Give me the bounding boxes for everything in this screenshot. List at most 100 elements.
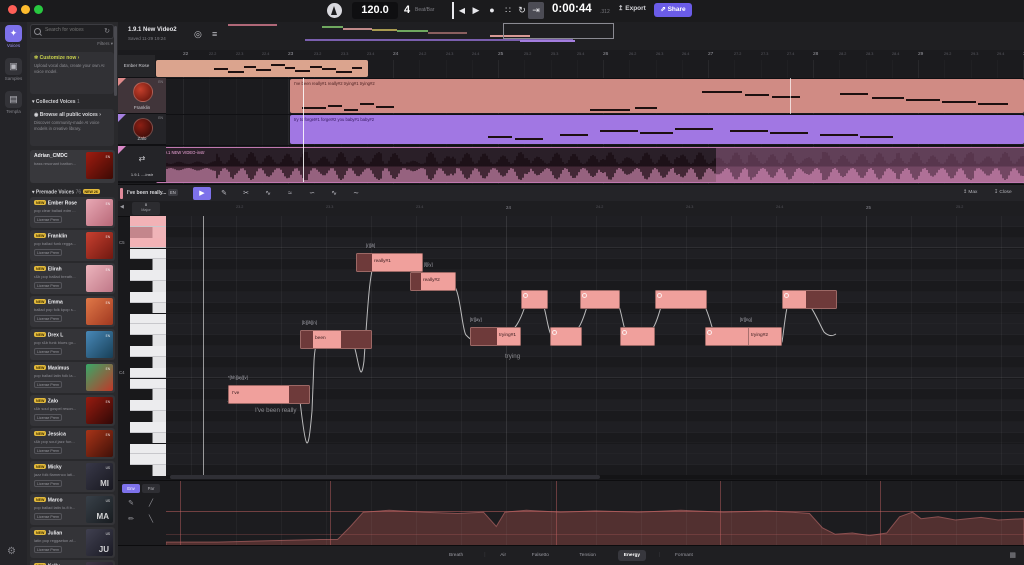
midi-note[interactable] [655, 290, 707, 309]
midi-note[interactable] [782, 290, 837, 309]
voice-list-item-ember-rose[interactable]: NEW Ember Rosepop clear ballad edm ...Li… [30, 197, 115, 228]
param-draw-tool[interactable]: ✎ [124, 498, 138, 510]
settings-gear-icon[interactable]: ⚙ [7, 546, 16, 557]
midi-note[interactable]: I've [228, 385, 310, 404]
midi-note[interactable] [580, 290, 620, 309]
voice-list-item-emma[interactable]: NEW Emmaballad pop folk kpop s...License… [30, 296, 115, 327]
cursor-tool[interactable]: ▶ [193, 187, 211, 200]
track-header-zalo[interactable]: ENZalo [118, 114, 166, 145]
voice-list-item-kelly[interactable]: NEW Kellypop ballad ...License PremUSKE [30, 560, 115, 565]
voice-search[interactable]: ↻ [30, 24, 114, 39]
maximize-editor-button[interactable]: ↥ Max [963, 190, 977, 195]
sidebar-tab-samples[interactable]: ▣Samples [0, 58, 27, 88]
library-scrollbar[interactable] [114, 26, 117, 96]
voice-list-item-maximus[interactable]: NEW Maximuspop ballad latin folk la...Li… [30, 362, 115, 393]
metronome-icon[interactable] [327, 3, 342, 18]
editing-clip-name[interactable]: I've been really... [127, 190, 166, 196]
curve-draw-tool[interactable]: ∿ [259, 187, 277, 200]
clip-zalo[interactable]: try to forget#1 forget#2 you baby#1 baby… [290, 115, 1024, 144]
voice-list-item-julian[interactable]: NEW Julianlatin pop reggaeton af...Licen… [30, 527, 115, 558]
smooth-tool[interactable]: ∼ [347, 187, 365, 200]
export-button[interactable]: ↥ Export [618, 4, 646, 12]
midi-note[interactable]: been [300, 330, 372, 349]
clip-1-9-1-instr[interactable]: 1.9.1 NEW VIDEO-instr [156, 147, 1024, 183]
param-anchor-tool[interactable]: ✏ [124, 514, 138, 526]
clip-lang-badge[interactable]: EN [168, 189, 178, 196]
midi-note[interactable] [620, 327, 655, 346]
energy-curve[interactable] [166, 481, 1024, 546]
clip-ember-rose[interactable] [156, 60, 368, 77]
close-editor-button[interactable]: ↧ Close [994, 190, 1012, 195]
mixer-icon[interactable]: ≡ [212, 29, 217, 39]
close-window-button[interactable] [8, 5, 17, 14]
voice-list-item-micky[interactable]: NEW Mickyjazz folk flamenco lati...Licen… [30, 461, 115, 492]
minimize-window-button[interactable] [21, 5, 30, 14]
record-icon[interactable]: ● [484, 2, 500, 19]
share-button[interactable]: ⇗ Share [654, 3, 692, 17]
arrangement-minimap[interactable] [226, 23, 616, 47]
piano-toggle-icon[interactable]: ▦ [1009, 551, 1016, 559]
param-line-tool[interactable]: ╱ [144, 498, 158, 510]
param-tab-breath[interactable]: Breath [443, 550, 469, 561]
midi-note[interactable]: really#2 [410, 272, 456, 291]
customize-title[interactable]: ✻ Customize now › [34, 55, 110, 61]
param-tab-energy[interactable]: Energy [618, 550, 646, 561]
browse-public-card[interactable]: ◉ Browse all public voices › Discover co… [30, 109, 114, 146]
tempo-value[interactable]: 120.0 [352, 2, 398, 19]
piano-roll-scrollbar[interactable] [166, 475, 1024, 479]
param-tab-air[interactable]: Air [494, 550, 512, 561]
premade-voices-header[interactable]: ▾ Premade Voices 76 NEW 26 [32, 189, 100, 196]
voice-list-item-marco[interactable]: NEW Marcopop ballad latin lo-fi b...Lice… [30, 494, 115, 525]
collected-voices-header[interactable]: ▾ Collected Voices 1 [32, 99, 80, 105]
draw-tool[interactable]: ✎ [215, 187, 233, 200]
scissors-tool[interactable]: ✂ [237, 187, 255, 200]
midi-note[interactable]: really#1 [356, 253, 423, 272]
voice-list-item-drex-l[interactable]: NEW Drex Lpop r&b funk blues go...Licens… [30, 329, 115, 360]
param-tab-falsetto[interactable]: Falsetto [526, 550, 555, 561]
par-tab[interactable]: Par [142, 484, 160, 493]
scrollbar-thumb[interactable] [170, 475, 600, 479]
new-badge: NEW [34, 266, 46, 271]
monitor-icon[interactable]: ◎ [194, 29, 202, 40]
collected-voice-item[interactable]: Adrian_CMDC bass resonant bariton... EN [30, 150, 115, 183]
track-header-franklin[interactable]: ENFranklin [118, 78, 166, 114]
follow-playhead-icon[interactable]: ⇥ [528, 2, 544, 19]
voice-lang-badge: US [106, 532, 110, 536]
play-icon[interactable]: ▶ [468, 2, 484, 19]
curve-line-tool[interactable]: ≈ [281, 187, 299, 200]
filters-button[interactable]: Filters ▾ [97, 41, 113, 47]
customize-card[interactable]: ✻ Customize now › Upload vocal data, cre… [30, 52, 114, 94]
track-header-ember-rose[interactable]: Ember Rose [118, 55, 155, 78]
env-tab[interactable]: Env [122, 484, 140, 493]
midi-note[interactable] [550, 327, 582, 346]
browse-title[interactable]: ◉ Browse all public voices › [34, 112, 110, 118]
arrange-playhead[interactable] [303, 78, 304, 182]
clip-note-dash [228, 71, 244, 73]
sidebar-tab-voices[interactable]: ✦Voices [0, 25, 27, 55]
param-bar-line [720, 481, 721, 546]
voice-list-item-franklin[interactable]: NEW Franklinpop ballad funk regga...Lice… [30, 230, 115, 261]
curve-anchor-tool[interactable]: ∽ [303, 187, 321, 200]
midi-note[interactable]: trying#2 [705, 327, 782, 346]
param-erase-tool[interactable]: ╲ [144, 514, 158, 526]
voice-list-item-jessica[interactable]: NEW Jessicar&b pop soul jazz fun...Licen… [30, 428, 115, 459]
maximize-window-button[interactable] [34, 5, 43, 14]
refresh-icon[interactable]: ↻ [104, 27, 110, 35]
param-tab-formant[interactable]: Formant [669, 550, 699, 561]
project-title[interactable]: 1.9.1 New Video2 [128, 27, 177, 33]
voice-list-item-elirah[interactable]: NEW Elirahr&b pop ballad breath...Licens… [30, 263, 115, 294]
beats-per-bar-value[interactable]: 4 [404, 2, 410, 19]
midi-note[interactable]: trying#1 [470, 327, 521, 346]
param-tab-tension[interactable]: Tension [573, 550, 602, 561]
voice-list-item-zalo[interactable]: NEW Zalor&b soul gospel reson...License … [30, 395, 115, 426]
minimap-viewport[interactable] [503, 23, 614, 39]
midi-note[interactable] [521, 290, 548, 309]
vibrato-tool[interactable]: ∿ [325, 187, 343, 200]
voice-tags: r&b pop soul jazz fun... [34, 439, 84, 444]
voice-lang-badge: EN [106, 334, 110, 338]
track-header-1-9-1-instr[interactable]: ⇄1.9.1 ...-instr [118, 146, 166, 182]
sidebar-tab-templa[interactable]: ▤Templa [0, 91, 27, 121]
clip-franklin[interactable]: I've been really#1 really#2 trying#1 try… [290, 79, 1024, 113]
search-input[interactable] [43, 26, 103, 34]
editor-playhead[interactable] [203, 216, 204, 475]
